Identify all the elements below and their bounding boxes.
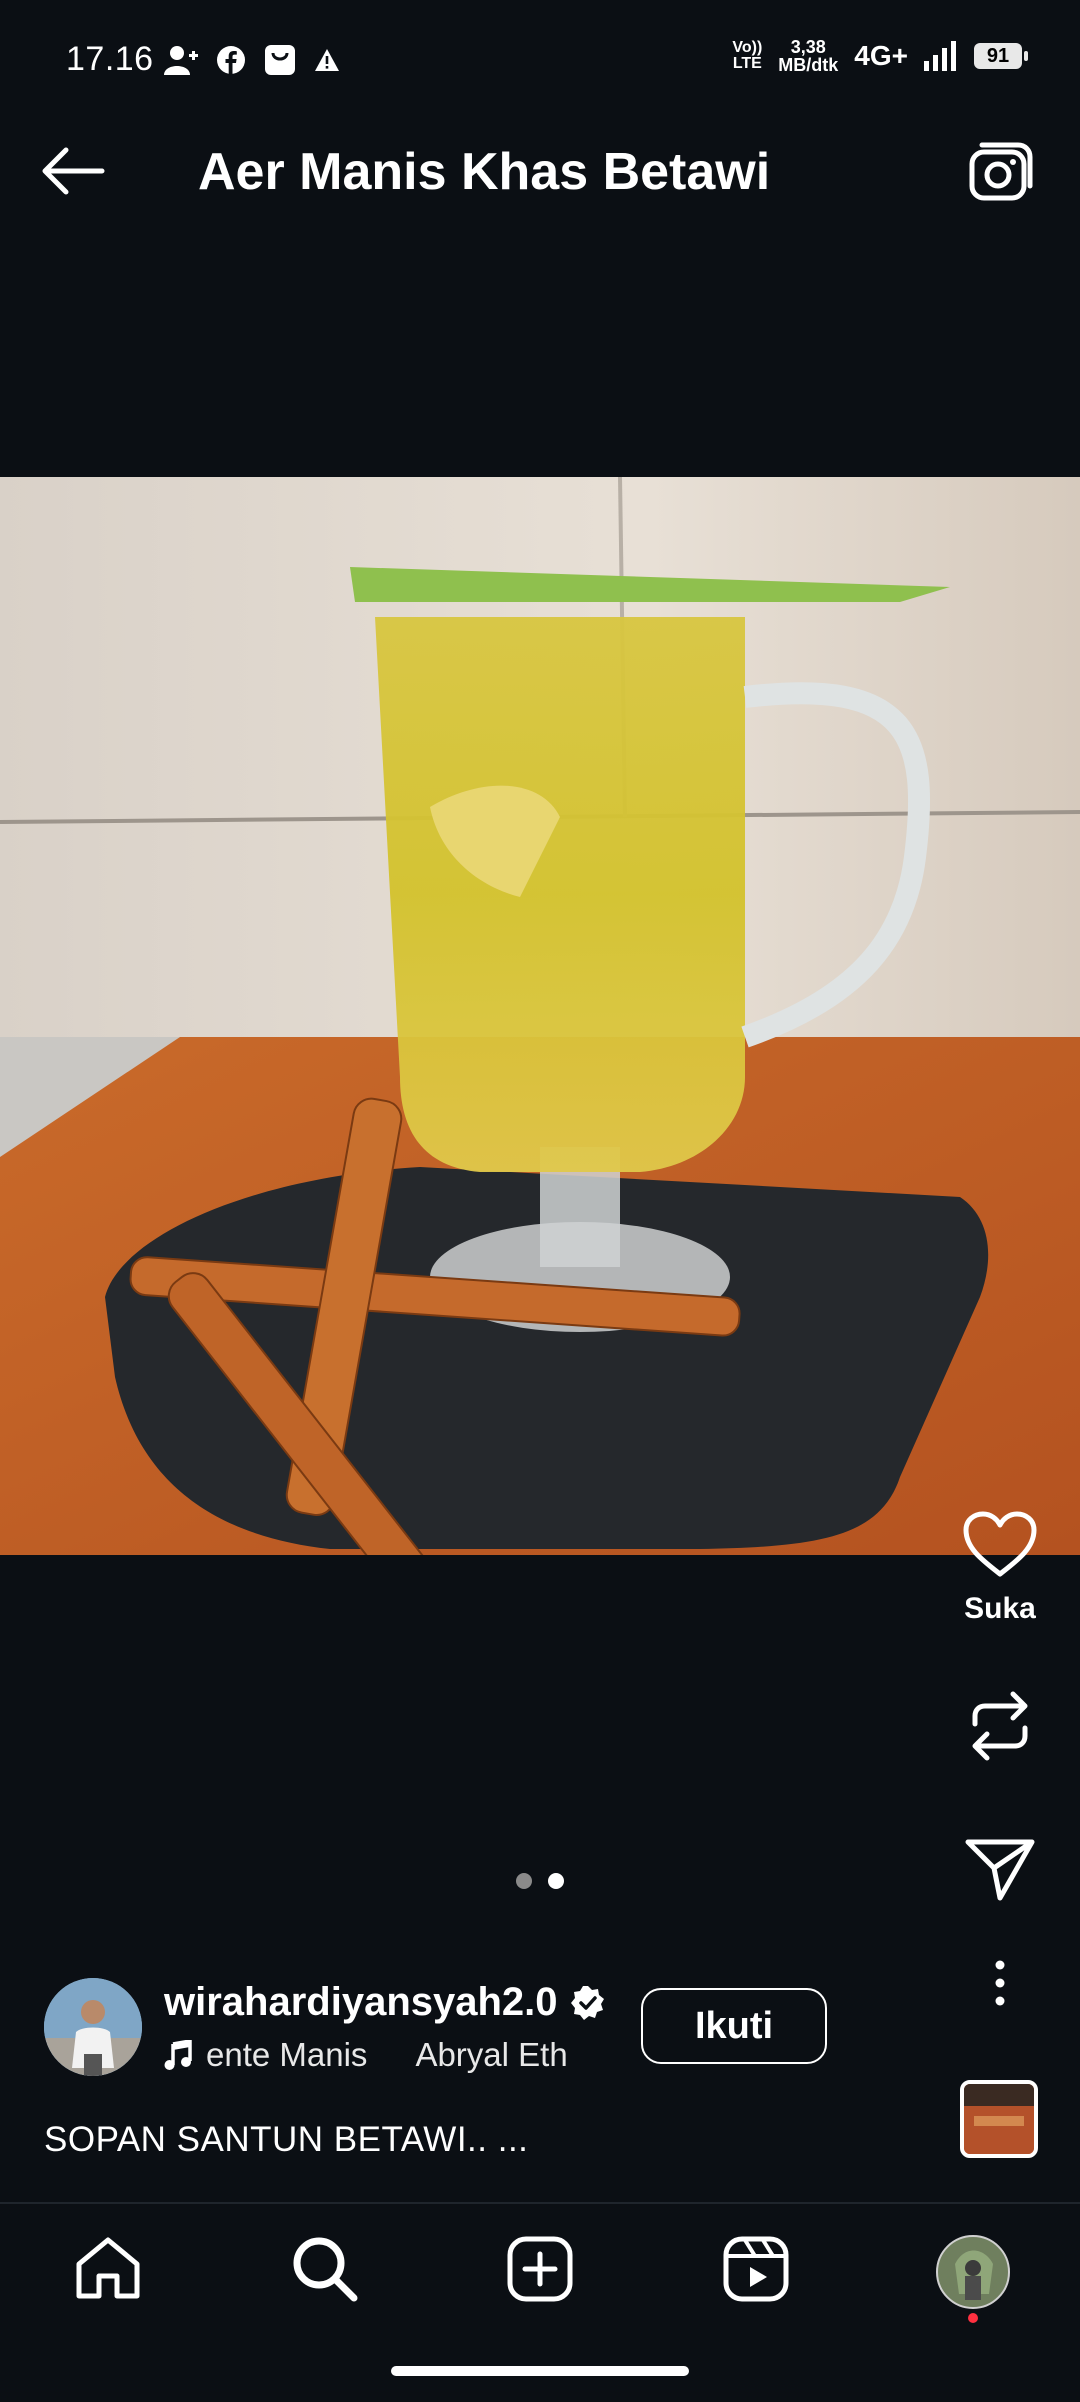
repost-button[interactable] [958, 1686, 1042, 1766]
facebook-icon [217, 46, 245, 74]
network-speed: 3,38 MB/dtk [778, 37, 839, 75]
status-right: Vo)) LTE 3,38 MB/dtk 4G+ 91 [732, 37, 1028, 75]
person-add-icon [164, 46, 198, 75]
repost-icon [972, 1691, 1028, 1761]
like-button[interactable]: Suka [958, 1510, 1042, 1626]
music-title: ente Manis [206, 2036, 368, 2073]
carousel-indicator [516, 1873, 564, 1889]
music-note-icon [164, 2040, 192, 2070]
carousel-dot-1 [516, 1873, 532, 1889]
back-button[interactable] [40, 146, 116, 206]
signal-icon [924, 41, 956, 71]
share-button[interactable] [958, 1836, 1042, 1902]
profile-notification-dot [968, 2313, 978, 2323]
nav-reels[interactable] [721, 2234, 791, 2304]
camera-icon [969, 142, 1033, 201]
shopping-bag-icon [265, 45, 295, 75]
warning-icon [315, 49, 339, 71]
home-icon [76, 2237, 140, 2299]
heart-icon [963, 1511, 1037, 1577]
post-caption[interactable]: SOPAN SANTUN BETAWI.. ... [44, 2120, 528, 2160]
battery-indicator: 91 [974, 43, 1028, 69]
more-options-button[interactable] [958, 1960, 1042, 2006]
verified-badge-icon [570, 1985, 604, 2020]
audio-thumbnail-image [964, 2084, 1034, 2154]
status-left-icons [164, 44, 340, 76]
username-text: wirahardiyansyah2.0 [164, 1980, 558, 2024]
create-icon [507, 2236, 573, 2302]
carousel-dot-2 [548, 1873, 564, 1889]
music-artist: Abryal Eth [415, 2036, 568, 2073]
audio-thumbnail[interactable] [960, 2080, 1038, 2158]
page-header: Aer Manis Khas Betawi [0, 110, 1080, 230]
page-title: Aer Manis Khas Betawi [198, 143, 771, 201]
status-bar: 17.16 Vo)) LTE 3,38 MB/dtk 4G+ 91 [0, 0, 1080, 92]
profile-avatar [936, 2235, 1010, 2323]
nav-profile[interactable] [935, 2234, 1011, 2323]
status-time: 17.16 [66, 40, 154, 78]
author-avatar[interactable] [44, 1978, 142, 2076]
network-type: 4G+ [854, 40, 908, 71]
like-label: Suka [964, 1592, 1036, 1625]
arrow-left-icon [42, 147, 105, 195]
more-vertical-icon [995, 1960, 1005, 2006]
post-image[interactable] [0, 477, 1080, 1555]
search-icon [293, 2237, 358, 2302]
home-indicator[interactable] [391, 2366, 689, 2376]
volte-indicator: Vo)) LTE [732, 39, 763, 72]
post-author: wirahardiyansyah2.0 ente Manis Abryal Et… [44, 1978, 944, 2078]
follow-button[interactable]: Ikuti [641, 1988, 827, 2064]
nav-create[interactable] [505, 2234, 575, 2304]
send-icon [965, 1839, 1035, 1901]
reels-icon [723, 2236, 789, 2302]
author-avatar-image [44, 1978, 142, 2076]
nav-search[interactable] [290, 2234, 360, 2304]
camera-button[interactable] [968, 140, 1040, 212]
author-username[interactable]: wirahardiyansyah2.0 [164, 1980, 606, 2025]
drink-photo [0, 477, 1080, 1555]
nav-home[interactable] [73, 2234, 143, 2304]
music-info[interactable]: ente Manis Abryal Eth [164, 2036, 614, 2074]
